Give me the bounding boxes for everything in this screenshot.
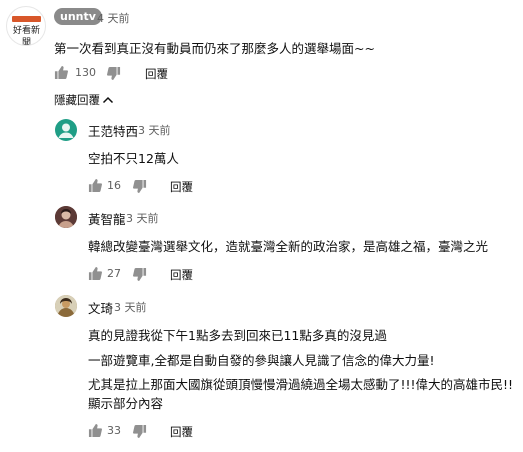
dislike-icon[interactable]: [133, 180, 147, 193]
reply-text-line: 尤其是拉上那面大國旗從頭頂慢慢滑過繞過全場太感動了!!!偉大的高雄市民!!: [88, 377, 514, 392]
user-photo-icon: [55, 206, 77, 228]
comment-timestamp[interactable]: 4 天前: [97, 10, 130, 26]
comment-text: 第一次看到真正沒有動員而仍來了那麼多人的選舉場面~~: [54, 41, 375, 56]
logo-text: 好看新聞: [12, 26, 40, 46]
reply-button[interactable]: 回覆: [170, 179, 193, 195]
reply-button[interactable]: 回覆: [170, 424, 193, 440]
logo-bar: [12, 16, 41, 22]
like-icon[interactable]: [88, 179, 102, 192]
like-icon[interactable]: [88, 424, 102, 437]
reply-author[interactable]: 黃智龍: [88, 209, 126, 228]
dislike-icon[interactable]: [133, 268, 147, 281]
dislike-icon[interactable]: [107, 67, 121, 80]
hide-replies-button[interactable]: 隱藏回覆: [54, 92, 114, 108]
user-photo-icon: [55, 295, 77, 317]
reply-avatar[interactable]: [55, 119, 77, 141]
like-count: 27: [107, 267, 121, 280]
reply-button[interactable]: 回覆: [170, 267, 193, 283]
channel-name-badge[interactable]: unntv: [54, 8, 102, 25]
like-count: 33: [107, 424, 121, 437]
reply-author[interactable]: 王范特西: [88, 121, 138, 140]
reply-timestamp[interactable]: 3 天前: [126, 210, 159, 226]
reply-text: 韓總改變臺灣選舉文化，造就臺灣全新的政治家，是高雄之福，臺灣之光: [88, 239, 489, 254]
reply-button[interactable]: 回覆: [145, 66, 168, 82]
channel-avatar[interactable]: 好看新聞: [6, 6, 46, 46]
reply-timestamp[interactable]: 3 天前: [114, 299, 147, 315]
show-more-link[interactable]: 顯示部分內容: [88, 393, 163, 412]
reply-timestamp[interactable]: 3 天前: [138, 122, 171, 138]
reply-avatar[interactable]: [55, 295, 77, 317]
reply-author[interactable]: 文琦: [88, 298, 113, 317]
chevron-up-icon: [102, 95, 114, 105]
dislike-icon[interactable]: [133, 425, 147, 438]
reply-text-line: 一部遊覽車,全都是自動自發的參與讓人見識了信念的偉大力量!: [88, 353, 435, 368]
like-icon[interactable]: [54, 66, 68, 79]
like-count: 130: [75, 66, 96, 79]
user-silhouette-icon: [58, 123, 74, 138]
reply-text-line: 真的見證我從下午1點多去到回來已11點多真的沒見過: [88, 328, 387, 343]
reply-text: 空拍不只12萬人: [88, 151, 179, 166]
like-count: 16: [107, 179, 121, 192]
hide-replies-label: 隱藏回覆: [54, 93, 100, 107]
reply-avatar[interactable]: [55, 206, 77, 228]
like-icon[interactable]: [88, 267, 102, 280]
